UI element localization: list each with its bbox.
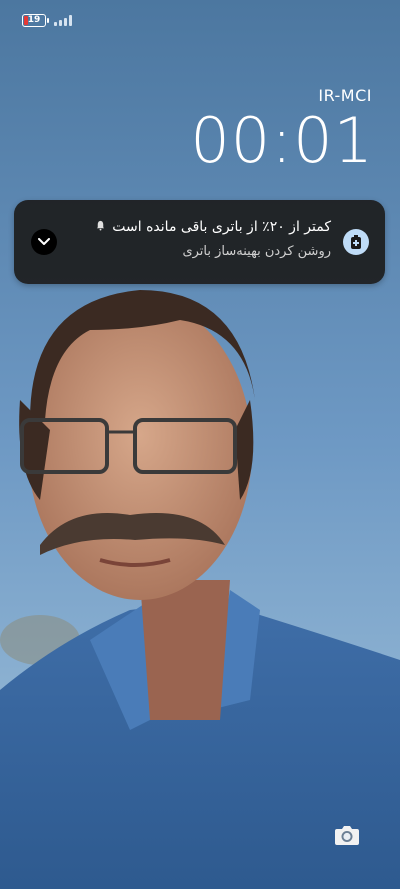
notification-title-row: کمتر از ۲۰٪ از باتری باقی مانده است — [95, 219, 331, 235]
status-bar: 19 — [22, 10, 72, 30]
signal-icon — [54, 14, 72, 26]
carrier-label: IR-MCI — [318, 86, 372, 105]
chevron-down-icon[interactable] — [31, 229, 57, 255]
battery-plus-icon — [343, 229, 369, 255]
lockscreen-clock: 00:01 — [190, 104, 374, 177]
camera-icon[interactable] — [334, 824, 360, 846]
notification-subtitle[interactable]: روشن کردن بهینه‌ساز باتری — [182, 244, 331, 259]
battery-percent: 19 — [27, 15, 41, 25]
battery-notification[interactable]: کمتر از ۲۰٪ از باتری باقی مانده است روشن… — [14, 200, 385, 284]
battery-icon: 19 — [22, 13, 49, 27]
notification-title: کمتر از ۲۰٪ از باتری باقی مانده است — [112, 219, 331, 235]
bell-muted-icon — [95, 219, 106, 235]
